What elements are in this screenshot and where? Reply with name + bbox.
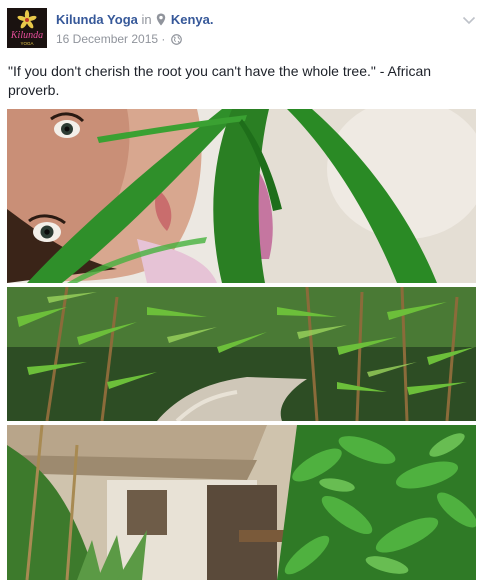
photo-thatched-hut [7,425,476,580]
photo-face-bamboo-leaves [7,109,476,283]
post-author-line: Kilunda Yoga in Kenya. [56,12,214,30]
post-photo-3[interactable] [7,425,476,580]
post-photo-2[interactable] [7,287,476,421]
post-meta-line: 16 December 2015 · [56,32,182,48]
in-word: in [141,12,152,27]
post-date-link[interactable]: 16 December 2015 [56,32,158,46]
chevron-down-icon[interactable] [462,12,476,30]
avatar[interactable]: Kilunda YOGA [7,8,47,48]
kilunda-yoga-logo: Kilunda YOGA [7,8,47,48]
svg-text:Kilunda: Kilunda [10,30,43,41]
post-text: "If you don't cherish the root you can't… [8,63,432,98]
post-photo-1[interactable] [7,109,476,283]
page-name-link[interactable]: Kilunda Yoga [56,12,138,27]
location-link[interactable]: Kenya. [171,12,214,27]
globe-icon[interactable] [170,34,182,48]
post-header: Kilunda YOGA Kilunda Yoga in Kenya. 16 D… [7,8,476,50]
svg-text:YOGA: YOGA [20,41,33,46]
location-pin-icon [156,13,166,30]
photo-bamboo-path [7,287,476,421]
meta-separator: · [161,32,166,46]
